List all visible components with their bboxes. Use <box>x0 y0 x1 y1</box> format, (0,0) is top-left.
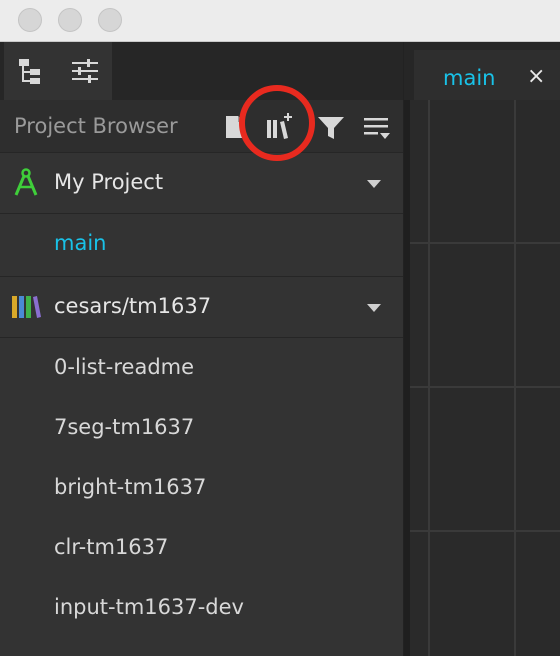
tree-item-label: clr-tm1637 <box>54 535 169 559</box>
zoom-button[interactable] <box>98 8 122 32</box>
sidebar-toolbar-tab <box>4 42 112 100</box>
tree-item[interactable]: clr-tm1637 <box>0 518 403 580</box>
canvas-edge <box>404 100 410 656</box>
patch-canvas[interactable] <box>404 100 560 656</box>
annotation-circle <box>239 85 315 161</box>
hierarchy-icon[interactable] <box>16 56 46 86</box>
tree-item-main[interactable]: main <box>0 214 403 276</box>
tree-item-label: main <box>54 231 107 255</box>
sidebar-toolbar <box>0 42 403 100</box>
sidebar: Project Browser My Project main cesars/t… <box>0 42 404 656</box>
tree-group-label: cesars/tm1637 <box>54 294 212 318</box>
close-icon[interactable]: × <box>527 64 545 89</box>
tree-item-label: 7seg-tm1637 <box>54 415 195 439</box>
compass-icon <box>14 168 38 196</box>
library-icon <box>12 296 41 318</box>
menu-icon[interactable] <box>360 110 394 144</box>
tab-main[interactable]: main × <box>414 50 560 100</box>
tree-item[interactable]: bright-tm1637 <box>0 458 403 520</box>
tree-group-my-project[interactable]: My Project <box>0 152 403 214</box>
tree-item[interactable]: input-tm1637-dev <box>0 578 403 640</box>
filter-icon[interactable] <box>314 110 348 144</box>
editor-tabbar: main × <box>404 42 560 100</box>
tree-item[interactable]: 0-list-readme <box>0 338 403 400</box>
tree-item-label: 0-list-readme <box>54 355 195 379</box>
tab-label: main <box>443 66 496 90</box>
tree-item-label: bright-tm1637 <box>54 475 207 499</box>
tree-item-label: input-tm1637-dev <box>54 595 244 619</box>
sliders-icon[interactable] <box>70 56 100 86</box>
close-button[interactable] <box>18 8 42 32</box>
window-titlebar <box>0 0 560 42</box>
chevron-down-icon[interactable] <box>367 304 381 312</box>
tree-item[interactable]: 7seg-tm1637 <box>0 398 403 460</box>
project-browser-title: Project Browser <box>14 114 178 138</box>
tree-group-label: My Project <box>54 170 164 194</box>
editor-area: main × <box>404 42 560 656</box>
chevron-down-icon[interactable] <box>367 180 381 188</box>
minimize-button[interactable] <box>58 8 82 32</box>
tree-group-library[interactable]: cesars/tm1637 <box>0 276 403 338</box>
project-browser-header: Project Browser <box>0 100 403 153</box>
